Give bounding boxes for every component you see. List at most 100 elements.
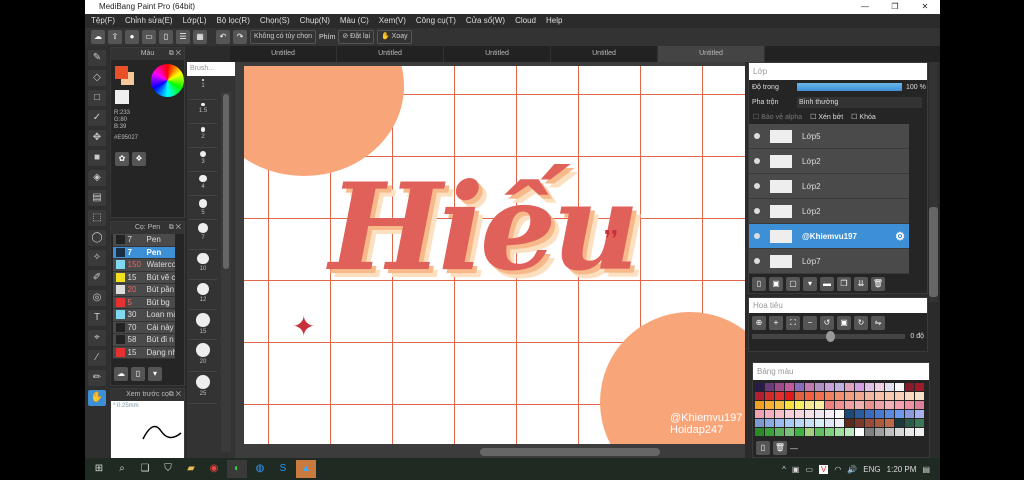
palette-swatch[interactable] (895, 428, 904, 436)
palette-swatch[interactable] (805, 392, 814, 400)
palette-swatch[interactable] (815, 419, 824, 427)
grid-icon[interactable]: ▦ (193, 30, 207, 44)
text-tool-icon[interactable]: T (88, 310, 106, 326)
minimize-button[interactable]: — (850, 0, 880, 14)
display-icon[interactable]: ▭ (142, 30, 156, 44)
palette-swatch[interactable] (805, 419, 814, 427)
brush-item[interactable]: 7 Pen (113, 246, 175, 259)
document-tab[interactable]: Untitled (551, 46, 658, 62)
brush-size-option[interactable]: 3 (189, 148, 217, 172)
palette-swatch[interactable] (805, 410, 814, 418)
brush-item[interactable]: 15 Dạng nh (113, 346, 175, 359)
select-tool-icon[interactable]: ⬚ (88, 210, 106, 226)
brush-item[interactable]: 20 Bút pần (113, 284, 175, 297)
brush-item[interactable]: 7 Pen (113, 234, 175, 247)
palette-swatch[interactable] (885, 428, 894, 436)
medibang-taskbar-icon[interactable]: ▲ (296, 460, 316, 478)
divide-tool-icon[interactable]: ⌖ (88, 330, 106, 346)
palette-swatch[interactable] (875, 401, 884, 409)
palette-swatch[interactable] (905, 410, 914, 418)
palette-swatch[interactable] (825, 401, 834, 409)
magic-wand-icon[interactable]: ✧ (88, 250, 106, 266)
cloud-brush-icon[interactable]: ☁ (114, 367, 128, 381)
language-indicator[interactable]: ENG (863, 465, 880, 474)
eyedropper-icon[interactable]: ⁄ (88, 350, 106, 366)
palette-swatch[interactable] (755, 392, 764, 400)
reset-view-icon[interactable]: ▣ (837, 316, 851, 330)
brush-item[interactable]: 58 Bút đi n (113, 334, 175, 347)
fill-rect-tool-icon[interactable]: ■ (88, 150, 106, 166)
flip-icon[interactable]: ⇋ (871, 316, 885, 330)
zoom-fit-icon[interactable]: ⊕ (752, 316, 766, 330)
palette-swatch[interactable] (855, 419, 864, 427)
palette-swatch[interactable] (775, 392, 784, 400)
palette-swatch[interactable] (815, 428, 824, 436)
add-layer-menu-icon[interactable]: ▾ (803, 277, 817, 291)
menu-item[interactable]: Công cụ(T) (416, 14, 456, 28)
brush-item[interactable]: 15 Bút vẽ c (113, 271, 175, 284)
palette-swatch[interactable] (775, 383, 784, 391)
palette-swatch[interactable] (905, 419, 914, 427)
palette-swatch[interactable] (875, 392, 884, 400)
document-tab[interactable]: Untitled (230, 46, 337, 62)
vietkey-icon[interactable]: V (819, 464, 829, 474)
menu-item[interactable]: Cửa sổ(W) (466, 14, 505, 28)
menu-item[interactable]: Màu (C) (340, 14, 369, 28)
battery-icon[interactable]: ▭ (805, 465, 813, 474)
rotate-left-icon[interactable]: ↺ (820, 316, 834, 330)
folder-icon[interactable]: ▬ (820, 277, 834, 291)
palette-swatch[interactable] (845, 428, 854, 436)
palette-swatch[interactable] (795, 383, 804, 391)
layer-row[interactable]: Lớp7 (749, 249, 909, 274)
close-button[interactable]: ✕ (910, 0, 940, 14)
palette-swatch[interactable] (755, 401, 764, 409)
palette-swatch[interactable] (755, 383, 764, 391)
palette-swatch[interactable] (815, 383, 824, 391)
palette-swatch[interactable] (765, 392, 774, 400)
hand-tool-icon[interactable]: ✋ (88, 390, 106, 406)
layer-row[interactable]: Lớp2 (749, 149, 909, 174)
page-icon[interactable]: ▯ (159, 30, 173, 44)
palette-swatch[interactable] (835, 410, 844, 418)
store-icon[interactable]: ⛉ (158, 460, 178, 478)
menu-item[interactable]: Bộ lọc(R) (217, 14, 250, 28)
palette-swatch[interactable] (835, 392, 844, 400)
brush-size-option[interactable]: 1.5 (189, 100, 217, 124)
palette-swatch[interactable] (865, 419, 874, 427)
palette-swatch[interactable] (825, 428, 834, 436)
layer-row[interactable]: @Khiemvu197 ⚙ (749, 224, 909, 249)
drawing-canvas[interactable]: Hiếu ✦ ❜❜ @Khiemvu197 Hoidap247 (244, 66, 745, 444)
layer-row[interactable]: Lớp5 (749, 124, 909, 149)
palette-swatch[interactable] (905, 401, 914, 409)
palette-swatch[interactable] (905, 383, 914, 391)
chrome-icon[interactable]: ◉ (204, 460, 224, 478)
palette-swatch[interactable] (765, 419, 774, 427)
rotate-right-icon[interactable]: ↻ (854, 316, 868, 330)
palette-swatch[interactable] (855, 428, 864, 436)
palette-swatch[interactable] (795, 428, 804, 436)
palette-swatch[interactable] (805, 383, 814, 391)
palette-swatch[interactable] (845, 383, 854, 391)
visibility-icon[interactable] (754, 183, 760, 189)
skype-icon[interactable]: S (273, 460, 293, 478)
new-1bit-layer-icon[interactable]: ▢ (786, 277, 800, 291)
eraser-tool-icon[interactable]: ◇ (88, 70, 106, 86)
document-tab[interactable]: Untitled (658, 46, 765, 62)
layer-row[interactable]: Lớp2 (749, 174, 909, 199)
palette-icon[interactable]: ✿ (115, 152, 129, 166)
share-icon[interactable]: ⇧ (108, 30, 122, 44)
close-icon[interactable]: ⧉ ✕ (169, 48, 181, 60)
palette-swatch[interactable] (895, 419, 904, 427)
color-history-icon[interactable]: ❖ (132, 152, 146, 166)
close-icon[interactable]: ⧉ ✕ (169, 389, 181, 401)
palette-swatch[interactable] (865, 428, 874, 436)
palette-swatch[interactable] (825, 392, 834, 400)
menu-item[interactable]: Chụp(N) (300, 14, 330, 28)
wifi-icon[interactable]: ◠ (834, 465, 841, 474)
new-layer-icon[interactable]: ▯ (752, 277, 766, 291)
new-palette-color-icon[interactable]: ▯ (756, 441, 770, 455)
brush-size-option[interactable]: 7 (189, 220, 217, 250)
new-halftone-layer-icon[interactable]: ▣ (769, 277, 783, 291)
palette-swatch[interactable] (905, 428, 914, 436)
palette-swatch[interactable] (895, 401, 904, 409)
